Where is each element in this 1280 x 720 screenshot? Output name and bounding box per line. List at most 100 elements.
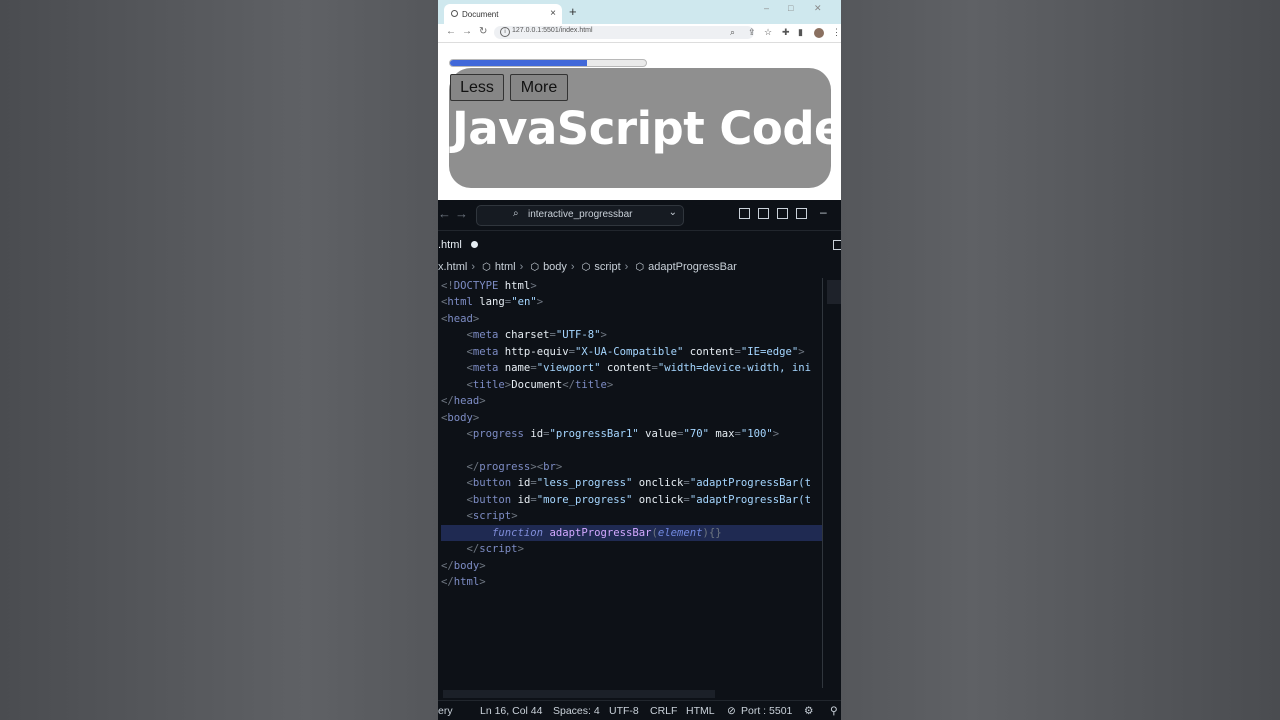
code-line[interactable]: <meta name="viewport" content="width=dev… [441,360,811,376]
command-center-label: interactive_progressbar [528,209,633,220]
code-line[interactable]: <button id="less_progress" onclick="adap… [441,475,811,491]
code-line[interactable]: <!DOCTYPE html> [441,278,537,294]
close-tab-icon[interactable]: × [550,8,556,19]
code-token: > [530,280,537,292]
zoom-icon[interactable]: ⌕ [730,27,735,38]
unsaved-dot-icon[interactable] [471,241,478,248]
code-line[interactable]: </body> [441,558,486,574]
code-token: adaptProgressBar [543,526,652,539]
profile-avatar[interactable] [814,28,824,38]
horizontal-scrollbar[interactable] [443,690,715,698]
code-token: name [498,362,531,375]
minimize-window-icon[interactable]: – [764,3,769,13]
code-token: "width=device-width, ini [657,362,811,375]
code-token: > [479,395,486,408]
less-button[interactable]: Less [450,74,504,101]
browser-window: Document × + – □ ✕ ← → ↻ i 127.0.0.1:550… [438,0,841,200]
symbol-icon: ⬡ [581,262,591,273]
code-token: "X-UA-Compatible" [574,345,684,358]
code-token: </ [441,395,454,408]
minimap[interactable] [827,280,841,304]
code-line[interactable]: <head> [441,311,479,327]
code-line[interactable]: <script> [441,508,518,524]
code-token: "IE=edge" [740,345,799,358]
breadcrumb-html[interactable]: html [495,261,516,273]
breadcrumb-function[interactable]: adaptProgressBar [648,261,737,273]
chevron-down-icon[interactable]: ⌄ [669,207,677,218]
code-token: html [498,280,531,292]
code-line[interactable]: </script> [441,541,524,557]
code-line[interactable]: <meta http-equiv="X-UA-Compatible" conte… [441,344,805,360]
status-left-item[interactable]: ery [438,705,453,717]
browser-tab[interactable]: Document × [444,4,562,24]
page-heading: JavaScript Code [452,102,841,155]
back-icon[interactable]: ← [446,26,456,37]
address-bar-row: ← → ↻ i 127.0.0.1:5501/index.html ⌕ ⇪ ☆ … [438,24,841,43]
code-line[interactable]: <html lang="en"> [441,294,543,310]
code-token: onclick [632,493,684,506]
command-center[interactable]: ⌕ interactive_progressbar ⌄ [476,205,684,226]
site-info-icon[interactable]: i [500,27,510,37]
extensions-icon[interactable]: ✚ [782,27,790,38]
reload-icon[interactable]: ↻ [479,26,487,37]
editor-tab-row: .html [438,231,841,259]
status-indentation[interactable]: Spaces: 4 [553,705,600,717]
customize-layout-icon[interactable] [796,208,807,219]
accounts-icon[interactable]: ⚲ [830,705,838,717]
code-token: ){} [702,526,722,539]
bookmark-star-icon[interactable]: ☆ [764,27,772,38]
remote-icon[interactable]: ⚙ [804,705,813,717]
status-live-server-port[interactable]: Port : 5501 [741,705,792,717]
symbol-icon: ⬡ [530,262,540,273]
code-line[interactable]: <button id="more_progress" onclick="adap… [441,492,811,508]
code-token: lang [472,296,505,309]
code-line[interactable]: <meta charset="UTF-8"> [441,327,607,343]
progress-bar [449,59,647,67]
toggle-sidebar-icon[interactable] [739,208,750,219]
share-icon[interactable]: ⇪ [748,27,756,38]
status-line-ending[interactable]: CRLF [650,705,677,717]
code-token: "adaptProgressBar(t [689,477,811,490]
code-line[interactable]: <progress id="progressBar1" value="70" m… [441,426,780,442]
code-token: max [708,428,735,441]
breadcrumb-body[interactable]: body [543,261,567,273]
code-token: DOCTYPE [453,280,499,292]
code-token: title [574,378,607,391]
code-line[interactable]: </html> [441,574,486,590]
code-line[interactable]: function adaptProgressBar(element){} [441,524,823,541]
new-tab-button[interactable]: + [569,4,577,19]
minimize-editor-icon[interactable]: – [820,205,827,219]
side-panel-icon[interactable]: ▮ [798,27,803,38]
code-line[interactable]: </progress><br> [441,459,563,475]
url-field[interactable]: i 127.0.0.1:5501/index.html [494,26,754,39]
code-line[interactable]: <title>Document</title> [441,377,614,393]
code-token: </ [562,378,575,391]
status-cursor-position[interactable]: Ln 16, Col 44 [480,705,542,717]
progress-fill [450,60,588,66]
close-window-icon[interactable]: ✕ [814,3,822,14]
background-right [841,0,1280,720]
menu-icon[interactable]: ⋮ [832,27,841,38]
code-token: progress [472,428,524,441]
forward-icon[interactable]: → [462,26,472,37]
code-line[interactable]: <body> [441,410,479,426]
code-token: Document [511,378,563,391]
status-language[interactable]: HTML [686,705,715,717]
more-button[interactable]: More [510,74,568,101]
breadcrumb-file[interactable]: x.html [438,261,467,273]
nav-back-icon[interactable]: ← [438,206,451,221]
maximize-window-icon[interactable]: □ [788,3,793,13]
toggle-secondary-sidebar-icon[interactable] [777,208,788,219]
status-encoding[interactable]: UTF-8 [609,705,639,717]
breadcrumb-script[interactable]: script [594,261,620,273]
nav-forward-icon[interactable]: → [455,206,468,221]
code-token: button [472,477,512,490]
symbol-icon: ⬡ [482,262,491,273]
code-line[interactable]: </head> [441,393,486,409]
split-editor-icon[interactable] [833,240,841,250]
toggle-panel-icon[interactable] [758,208,769,219]
